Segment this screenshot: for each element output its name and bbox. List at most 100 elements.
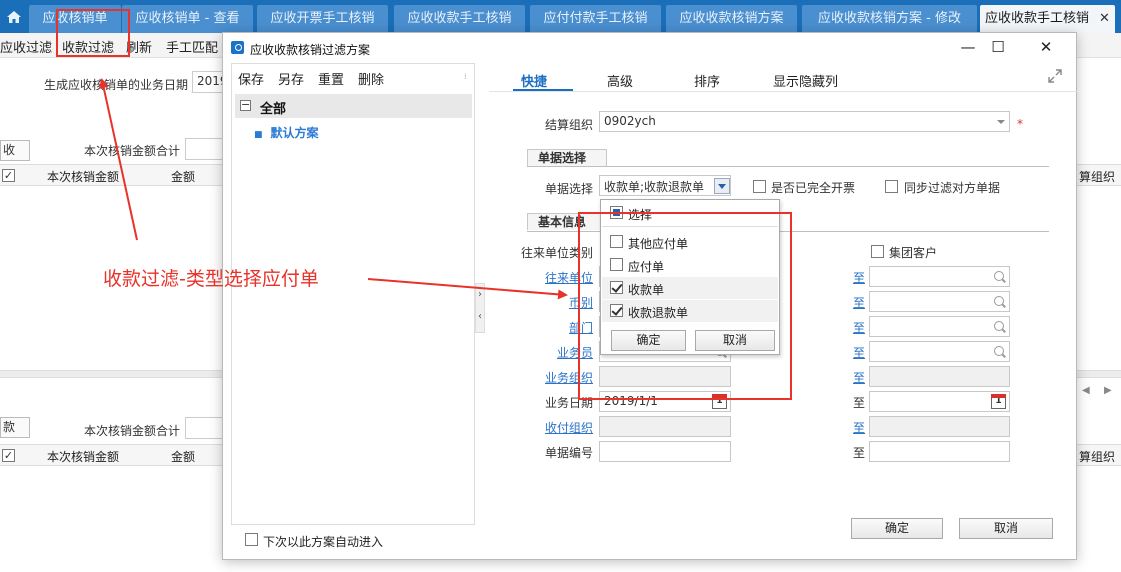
- col-amount[interactable]: 金额: [171, 168, 195, 185]
- tab-sort[interactable]: 排序: [694, 71, 720, 90]
- salesperson-to-link[interactable]: 至: [853, 344, 865, 361]
- annotation-text: 收款过滤-类型选择应付单: [103, 268, 319, 290]
- reset-button[interactable]: 重置: [318, 69, 344, 88]
- receivable-section-tab[interactable]: 收: [0, 140, 30, 161]
- pay-org-from-input[interactable]: [599, 416, 731, 437]
- section-doc-select: 单据选择: [527, 149, 607, 166]
- col-amount-bottom[interactable]: 金额: [171, 448, 195, 465]
- home-icon[interactable]: [6, 9, 22, 25]
- auto-enter-checkbox[interactable]: [245, 533, 258, 546]
- col-writeoff-amount-bottom[interactable]: 本次核销金额: [47, 448, 119, 465]
- minimize-icon[interactable]: —: [955, 37, 981, 59]
- expand-icon[interactable]: [1048, 69, 1062, 83]
- department-to-link[interactable]: 至: [853, 319, 865, 336]
- pay-org-link[interactable]: 收付组织: [545, 419, 593, 436]
- writeoff-sum-label: 本次核销金额合计: [84, 144, 181, 158]
- menu-more-icon[interactable]: ⁞: [464, 72, 467, 81]
- writeoff-sum-input: [185, 138, 225, 160]
- col-writeoff-amount[interactable]: 本次核销金额: [47, 168, 119, 185]
- group-customer-label: 集团客户: [889, 246, 938, 260]
- tab-ar-writeoff-view[interactable]: 应收核销单 - 查看: [122, 5, 253, 33]
- col-settle-org[interactable]: 算组织: [1079, 168, 1115, 185]
- col-settle-org-bottom[interactable]: 算组织: [1079, 448, 1115, 465]
- splitter[interactable]: [0, 370, 222, 378]
- grid-header-bottom-right: 算组织: [1077, 444, 1121, 466]
- tree-node-all[interactable]: − 全部: [235, 94, 472, 118]
- grid-header-top: ✓ 本次核销金额 金额: [0, 164, 222, 186]
- doc-number-to-input[interactable]: [869, 441, 1010, 462]
- search-icon[interactable]: [994, 296, 1004, 306]
- settle-org-label: 结算组织: [545, 118, 594, 132]
- fully-invoiced-checkbox[interactable]: [753, 180, 766, 193]
- close-icon[interactable]: ✕: [1033, 37, 1059, 59]
- auto-enter-label: 下次以此方案自动进入: [263, 535, 384, 549]
- pay-org-to-link[interactable]: 至: [853, 419, 865, 436]
- dialog-title: 应收收款核销过滤方案: [250, 43, 371, 57]
- currency-to-link[interactable]: 至: [853, 294, 865, 311]
- writeoff-sum-label-bottom: 本次核销金额合计: [84, 424, 181, 438]
- partner-to-link[interactable]: 至: [853, 269, 865, 286]
- tree-node-default-label: 默认方案: [270, 126, 319, 140]
- chevron-down-icon[interactable]: [997, 120, 1005, 124]
- tab-quick[interactable]: 快捷: [521, 71, 547, 90]
- department-to-input[interactable]: [869, 316, 1010, 337]
- save-as-button[interactable]: 另存: [278, 69, 304, 88]
- doc-type-select[interactable]: 收款单;收款退款单: [599, 175, 731, 196]
- search-icon[interactable]: [994, 321, 1004, 331]
- biz-date-to-input[interactable]: 1: [869, 391, 1010, 412]
- biz-org-to-link[interactable]: 至: [853, 369, 865, 386]
- pane-toggle-handle[interactable]: › ‹: [475, 283, 485, 333]
- writeoff-sum-input-bottom: [185, 417, 225, 439]
- biz-org-to-input[interactable]: [869, 366, 1010, 387]
- tab-ar-receipt-scheme[interactable]: 应收收款核销方案: [666, 5, 797, 33]
- bullet-icon: ■: [254, 130, 263, 140]
- doc-number-from-input[interactable]: [599, 441, 731, 462]
- maximize-icon[interactable]: ☐: [985, 37, 1011, 59]
- tab-label: 应收收款手工核销: [407, 11, 512, 26]
- tab-ar-receipt-scheme-edit[interactable]: 应收收款核销方案 - 修改: [802, 5, 977, 33]
- save-scheme-button[interactable]: 保存: [238, 69, 264, 88]
- select-all-checkbox[interactable]: ✓: [2, 169, 15, 182]
- scroll-left-icon[interactable]: ◀: [1082, 385, 1090, 396]
- search-icon[interactable]: [994, 271, 1004, 281]
- collapse-left-icon[interactable]: ‹: [478, 311, 482, 322]
- scroll-end-icon[interactable]: ▶: [1104, 385, 1112, 396]
- doc-select-label: 单据选择: [545, 182, 594, 196]
- manual-match-button[interactable]: 手工匹配: [166, 37, 218, 56]
- tab-ar-invoice-manual[interactable]: 应收开票手工核销: [257, 5, 388, 33]
- required-mark: *: [1017, 117, 1023, 131]
- tab-label: 应收收款核销方案 - 修改: [818, 11, 961, 26]
- chevron-down-icon[interactable]: [718, 184, 726, 189]
- salesperson-to-input[interactable]: [869, 341, 1010, 362]
- dialog-ok-button[interactable]: 确定: [851, 518, 943, 539]
- receipt-section-tab[interactable]: 款: [0, 417, 30, 438]
- tree-node-default-scheme[interactable]: ■ 默认方案: [254, 124, 319, 141]
- expand-left-icon[interactable]: ›: [478, 289, 482, 300]
- dialog-titlebar[interactable]: 应收收款核销过滤方案 — ☐ ✕: [223, 33, 1076, 63]
- pay-org-to-input[interactable]: [869, 416, 1010, 437]
- calendar-icon[interactable]: 1: [991, 394, 1006, 409]
- group-customer-checkbox[interactable]: [871, 245, 884, 258]
- settle-org-value: 0902ych: [604, 114, 656, 128]
- tab-ar-receipt-manual[interactable]: 应收收款手工核销: [394, 5, 525, 33]
- ar-filter-button[interactable]: 应收过滤: [0, 37, 52, 56]
- collapse-icon[interactable]: −: [240, 99, 251, 111]
- doc-type-dropdown-button[interactable]: [714, 178, 730, 194]
- tab-divider: [489, 91, 1077, 92]
- tab-advanced[interactable]: 高级: [607, 71, 633, 90]
- sync-filter-checkbox[interactable]: [885, 180, 898, 193]
- delete-scheme-button[interactable]: 删除: [358, 69, 384, 88]
- partner-to-input[interactable]: [869, 266, 1010, 287]
- currency-to-input[interactable]: [869, 291, 1010, 312]
- biz-date-label: 生成应收核销单的业务日期: [44, 78, 189, 92]
- sync-filter-label: 同步过滤对方单据: [904, 181, 1001, 195]
- settle-org-select[interactable]: 0902ych: [599, 111, 1010, 132]
- tab-show-hide-columns[interactable]: 显示隐藏列: [773, 71, 838, 90]
- splitter-right[interactable]: [1077, 370, 1121, 378]
- select-all-checkbox-bottom[interactable]: ✓: [2, 449, 15, 462]
- search-icon[interactable]: [994, 346, 1004, 356]
- tab-ar-receipt-manual-active[interactable]: 应收收款手工核销 ✕: [980, 5, 1115, 33]
- dialog-cancel-button[interactable]: 取消: [959, 518, 1053, 539]
- tab-ap-payment-manual[interactable]: 应付付款手工核销: [530, 5, 661, 33]
- close-icon[interactable]: ✕: [1099, 11, 1110, 26]
